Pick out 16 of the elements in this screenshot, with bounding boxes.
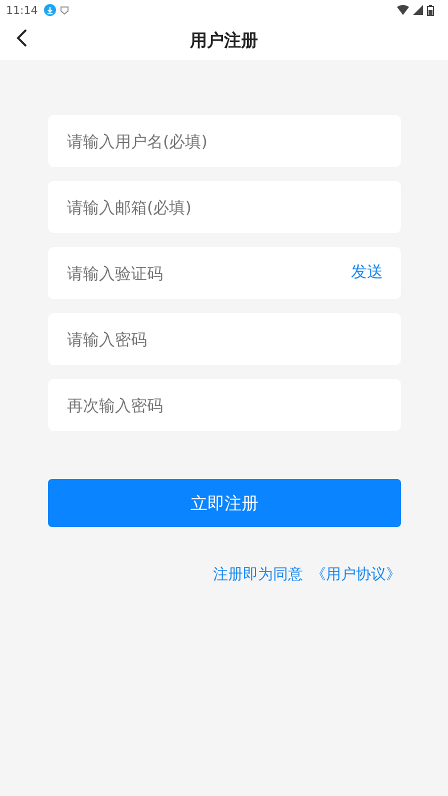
page-title: 用户注册 — [190, 30, 258, 52]
back-icon[interactable] — [15, 28, 29, 48]
register-button[interactable]: 立即注册 — [48, 479, 401, 527]
input-field[interactable]: 请输入邮箱(必填) — [48, 181, 401, 233]
battery-icon — [427, 4, 434, 16]
status-time: 11:14 — [6, 4, 38, 16]
signal-icon — [413, 5, 423, 15]
agreement-text: 注册即为同意 — [213, 565, 303, 584]
agreement-link[interactable]: 《用户协议》 — [311, 565, 401, 584]
send-code-link[interactable]: 发送 — [351, 262, 383, 283]
input-field[interactable]: 再次输入密码 — [48, 379, 401, 431]
wifi-icon — [397, 5, 409, 15]
input-field[interactable]: 请输入用户名(必填) — [48, 115, 401, 167]
download-icon — [44, 4, 56, 16]
shield-icon — [60, 6, 69, 14]
input-field[interactable]: 请输入密码 — [48, 313, 401, 365]
